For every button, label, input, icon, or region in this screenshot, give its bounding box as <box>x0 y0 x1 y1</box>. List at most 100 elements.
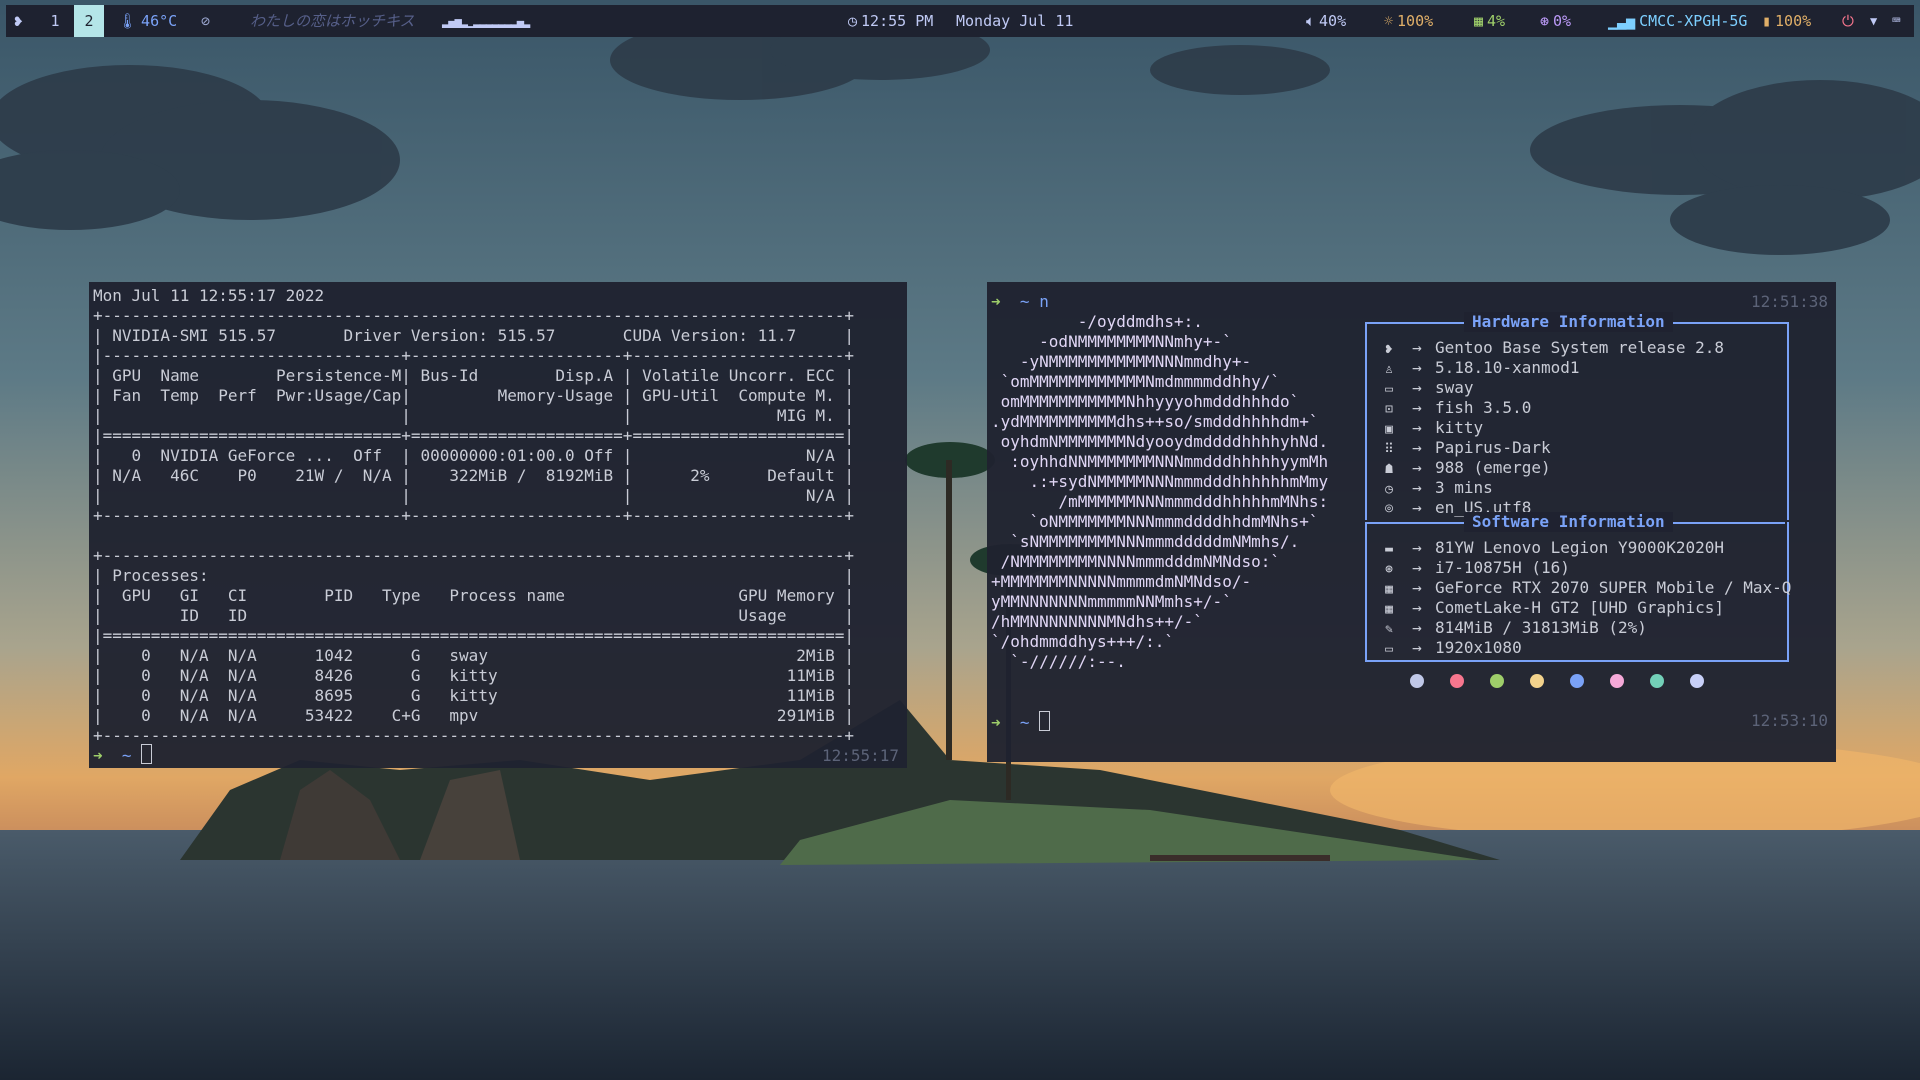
clock-icon: ◷ <box>848 12 858 30</box>
battery-widget: ▮ 100% <box>1762 5 1811 37</box>
status-bar: ❥ 1 2 🌡︎ 46°C ⊘ わたしの恋はホッチキス ▂▄▅▂▁▂▂▂▂▂▂▂▄… <box>6 5 1914 37</box>
cpu-icon: ⊛ <box>1385 562 1393 577</box>
arrow-right-icon: → <box>1412 418 1422 437</box>
text-cursor <box>1039 711 1051 731</box>
arrow-right-icon: → <box>1412 638 1422 657</box>
terminal-prompt[interactable]: ➜ ~ <box>93 744 153 766</box>
info-value: kitty <box>1435 418 1484 437</box>
clock-widget: ◷ 12:55 PM <box>848 5 933 37</box>
arrow-right-icon: → <box>1412 398 1422 417</box>
info-value: i7-10875H (16) <box>1435 558 1570 577</box>
palette-swatch <box>1490 674 1504 688</box>
info-value: CometLake-H GT2 [UHD Graphics] <box>1435 598 1724 617</box>
window-icon: ▭ <box>1385 382 1393 397</box>
network-widget[interactable]: ▁▃▅ CMCC-XPGH-5G <box>1608 5 1747 37</box>
info-row: ♙ → 5.18.10-xanmod1 <box>1379 358 1580 378</box>
command-line: ➜ ~ n <box>991 292 1049 311</box>
memory-icon: ✎ <box>1385 622 1393 637</box>
hardware-info-title: Hardware Information <box>1464 312 1673 332</box>
monitor-icon: ▭ <box>1385 642 1393 657</box>
text-cursor <box>141 744 153 764</box>
menu-logo-icon[interactable]: ❥ <box>14 5 23 37</box>
arrow-right-icon: → <box>1412 358 1422 377</box>
info-row: ▦ → CometLake-H GT2 [UHD Graphics] <box>1379 598 1724 618</box>
gpu-icon: ▦ <box>1385 582 1393 597</box>
arrow-right-icon: → <box>1412 338 1422 357</box>
info-row: ▭ → 1920x1080 <box>1379 638 1522 658</box>
info-row: ⊡ → fish 3.5.0 <box>1379 398 1531 418</box>
info-row: ⠿ → Papirus-Dark <box>1379 438 1551 458</box>
info-row: ▬ → 81YW Lenovo Legion Y9000K2020H <box>1379 538 1724 558</box>
info-row: ▣ → kitty <box>1379 418 1483 438</box>
song-title[interactable]: わたしの恋はホッチキス <box>250 5 415 37</box>
palette-swatch <box>1530 674 1544 688</box>
sun-icon: ☼ <box>1384 12 1394 30</box>
palette-swatch <box>1690 674 1704 688</box>
prompt-timestamp: 12:55:17 <box>822 746 900 765</box>
info-value: Gentoo Base System release 2.8 <box>1435 338 1724 357</box>
laptop-icon: ▬ <box>1385 542 1393 557</box>
arrow-right-icon: → <box>1412 378 1422 397</box>
disk-icon: ⊛ <box>1540 12 1550 30</box>
arrow-right-icon: → <box>1412 558 1422 577</box>
command-timestamp: 12:51:38 <box>1751 292 1829 311</box>
temperature-widget: 🌡︎ 46°C <box>118 5 177 37</box>
apps-grid-icon: ⠿ <box>1384 442 1394 457</box>
package-icon: ☗ <box>1385 462 1393 477</box>
info-value: 5.18.10-xanmod1 <box>1435 358 1580 377</box>
palette-swatch <box>1450 674 1464 688</box>
terminal-window-fetch[interactable]: ➜ ~ n 12:51:38 -/oyddmdhs+:. -odNMMMMMMM… <box>987 282 1836 762</box>
power-icon[interactable]: ⏻ <box>1842 5 1854 37</box>
terminal-prompt[interactable]: ➜ ~ <box>991 711 1051 733</box>
nvidia-smi-output: Mon Jul 11 12:55:17 2022 +--------------… <box>93 286 854 745</box>
terminal-icon: ⊡ <box>1385 402 1393 417</box>
wifi-signal-icon: ▁▃▅ <box>1608 12 1636 30</box>
info-value: GeForce RTX 2070 SUPER Mobile / Max-Q <box>1435 578 1792 597</box>
info-row: ☗ → 988 (emerge) <box>1379 458 1551 478</box>
info-row: ✎ → 814MiB / 31813MiB (2%) <box>1379 618 1647 638</box>
gentoo-ascii-logo: -/oyddmdhs+:. -odNMMMMMMMMNNmhy+-` -yNMM… <box>991 312 1329 671</box>
wifi-icon[interactable]: ▼ <box>1870 5 1877 37</box>
info-value: 81YW Lenovo Legion Y9000K2020H <box>1435 538 1724 557</box>
info-row: ❥ → Gentoo Base System release 2.8 <box>1379 338 1724 358</box>
arrow-right-icon: → <box>1412 538 1422 557</box>
palette-swatch <box>1410 674 1424 688</box>
gentoo-icon: ❥ <box>1385 342 1393 357</box>
terminal-window-nvidia-smi[interactable]: Mon Jul 11 12:55:17 2022 +--------------… <box>89 282 907 768</box>
disk-widget: ⊛ 0% <box>1540 5 1571 37</box>
info-row: ▭ → sway <box>1379 378 1473 398</box>
keyboard-icon[interactable]: ⌨ <box>1892 5 1900 37</box>
clock-icon: ◷ <box>1385 482 1393 497</box>
info-row: ◷ → 3 mins <box>1379 478 1493 498</box>
volume-widget[interactable]: 🔈︎ 40% <box>1306 5 1346 37</box>
speaker-icon: 🔈︎ <box>1306 12 1316 30</box>
arrow-right-icon: → <box>1412 438 1422 457</box>
eye-off-icon[interactable]: ⊘ <box>201 5 210 37</box>
date-label: Monday Jul 11 <box>956 12 1074 30</box>
battery-icon: ▮ <box>1762 12 1772 30</box>
palette-swatch <box>1570 674 1584 688</box>
arrow-right-icon: → <box>1412 578 1422 597</box>
workspace-2-button[interactable]: 2 <box>74 5 104 37</box>
info-value: 988 (emerge) <box>1435 458 1551 477</box>
info-row: ⊛ → i7-10875H (16) <box>1379 558 1570 578</box>
prompt-timestamp: 12:53:10 <box>1751 711 1829 730</box>
arrow-right-icon: → <box>1412 498 1422 517</box>
brightness-widget[interactable]: ☼ 100% <box>1384 5 1433 37</box>
kitty-icon: ▣ <box>1385 422 1393 437</box>
cpu-icon: ▦ <box>1474 12 1484 30</box>
workspace-1-button[interactable]: 1 <box>40 5 70 37</box>
gpu-icon: ▦ <box>1385 602 1393 617</box>
cpu-widget: ▦ 4% <box>1474 5 1505 37</box>
thermometer-icon: 🌡︎ <box>118 12 138 30</box>
penguin-icon: ♙ <box>1385 362 1393 377</box>
audio-visualizer: ▂▄▅▂▁▂▂▂▂▂▂▂▄▂ <box>442 14 530 28</box>
arrow-right-icon: → <box>1412 618 1422 637</box>
software-info-title: Software Information <box>1464 512 1673 532</box>
location-icon: ⌾ <box>1385 502 1393 517</box>
arrow-right-icon: → <box>1412 458 1422 477</box>
arrow-right-icon: → <box>1412 598 1422 617</box>
info-row: ▦ → GeForce RTX 2070 SUPER Mobile / Max-Q <box>1379 578 1791 598</box>
arrow-right-icon: → <box>1412 478 1422 497</box>
info-value: Papirus-Dark <box>1435 438 1551 457</box>
